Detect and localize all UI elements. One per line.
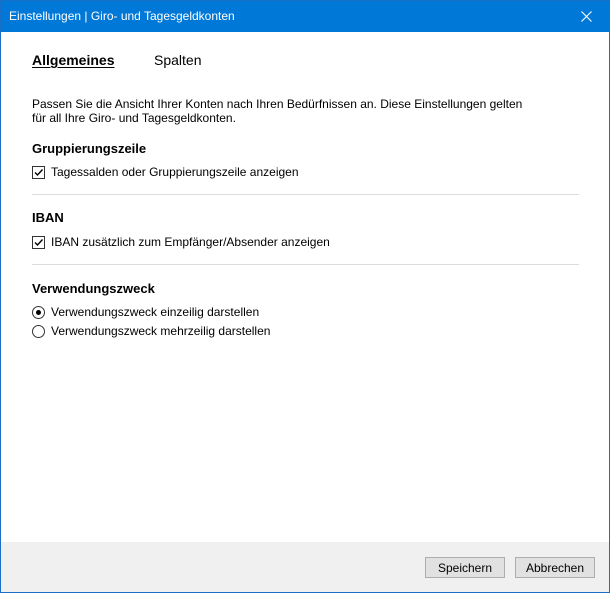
purpose-option-multi-line-label: Verwendungszweck mehrzeilig darstellen: [51, 324, 271, 338]
close-button[interactable]: [563, 1, 609, 32]
purpose-option-multi-line[interactable]: Verwendungszweck mehrzeilig darstellen: [32, 323, 270, 339]
divider: [32, 264, 579, 265]
section-title-grouping: Gruppierungszeile: [32, 141, 147, 156]
purpose-option-single-line[interactable]: Verwendungszweck einzeilig darstellen: [32, 304, 259, 320]
divider: [32, 194, 579, 195]
iban-option[interactable]: IBAN zusätzlich zum Empfänger/Absender a…: [32, 234, 330, 250]
dialog-footer: Speichern Abbrechen: [1, 542, 609, 592]
grouping-checkbox[interactable]: [32, 165, 45, 179]
title-bar: Einstellungen | Giro- und Tagesgeldkonte…: [1, 1, 609, 32]
settings-dialog: Einstellungen | Giro- und Tagesgeldkonte…: [0, 0, 610, 593]
purpose-radio-single-line[interactable]: [32, 305, 45, 319]
grouping-option-label: Tagessalden oder Gruppierungszeile anzei…: [51, 165, 299, 179]
description-line-1: Passen Sie die Ansicht Ihrer Konten nach…: [32, 97, 523, 111]
purpose-radio-multi-line[interactable]: [32, 324, 45, 338]
save-button[interactable]: Speichern: [425, 557, 505, 578]
purpose-option-single-line-label: Verwendungszweck einzeilig darstellen: [51, 305, 260, 319]
tab-spalten[interactable]: Spalten: [154, 51, 201, 69]
cancel-button[interactable]: Abbrechen: [515, 557, 595, 578]
radio-selected-dot: [36, 309, 41, 315]
iban-checkbox[interactable]: [32, 235, 45, 249]
checkmark-icon: [34, 168, 44, 176]
window-title: Einstellungen | Giro- und Tagesgeldkonte…: [9, 9, 235, 23]
checkmark-icon: [34, 238, 44, 246]
section-title-purpose: Verwendungszweck: [32, 281, 155, 296]
section-title-iban: IBAN: [32, 210, 64, 225]
tab-allgemeines[interactable]: Allgemeines: [32, 51, 114, 69]
iban-option-label: IBAN zusätzlich zum Empfänger/Absender a…: [51, 235, 330, 249]
grouping-option[interactable]: Tagessalden oder Gruppierungszeile anzei…: [32, 164, 299, 180]
description-line-2: für all Ihre Giro- und Tagesgeldkonten.: [32, 111, 236, 125]
close-icon: [580, 11, 592, 22]
description-text: Passen Sie die Ansicht Ihrer Konten nach…: [32, 97, 552, 125]
